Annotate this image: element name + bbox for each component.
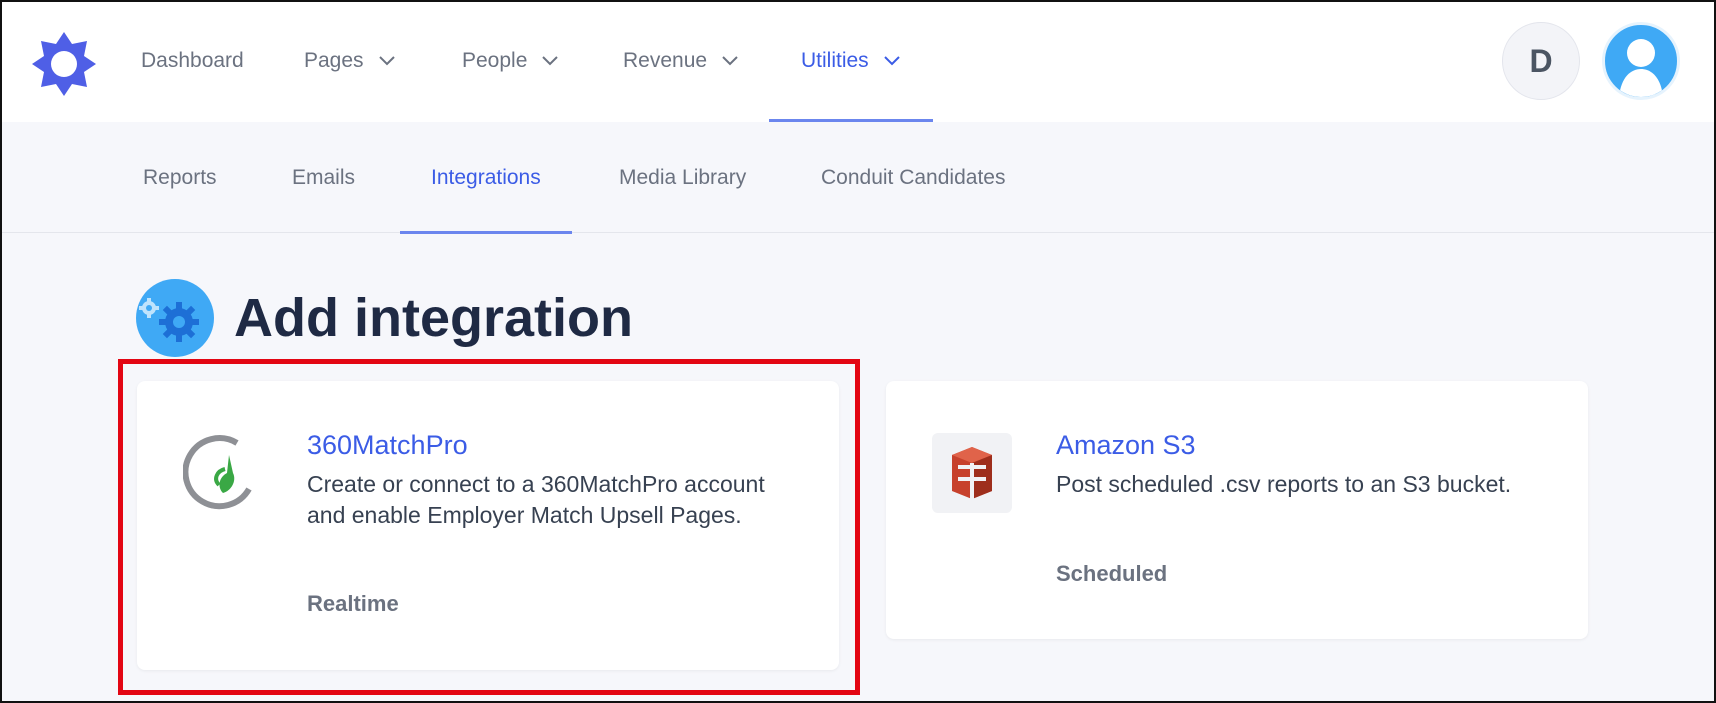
nav-dashboard-label: Dashboard [141,49,244,72]
tab-conduit-candidates[interactable]: Conduit Candidates [821,122,1005,233]
tab-reports-label: Reports [143,165,217,189]
360matchpro-logo-icon [183,435,252,510]
integration-card-amazon-s3[interactable]: Amazon S3 Post scheduled .csv reports to… [886,381,1588,639]
tab-integrations-label: Integrations [431,165,541,189]
account-initial-button[interactable]: D [1502,22,1580,100]
chevron-down-icon [722,56,738,66]
nav-people[interactable]: People [462,0,559,122]
page-title: Add integration [234,288,633,348]
integration-name[interactable]: 360MatchPro [307,430,468,461]
brand-logo-icon[interactable] [30,30,98,98]
tab-reports[interactable]: Reports [143,122,217,233]
nav-dashboard[interactable]: Dashboard [141,0,244,122]
integration-type: Realtime [307,591,399,616]
integration-description: Post scheduled .csv reports to an S3 buc… [1056,471,1512,497]
chevron-down-icon [883,56,900,66]
tab-emails[interactable]: Emails [292,122,355,233]
nav-pages[interactable]: Pages [304,0,396,122]
integration-description: Create or connect to a 360MatchPro accou… [307,471,765,528]
amazon-s3-logo-icon [952,447,992,499]
tab-emails-label: Emails [292,165,356,189]
user-silhouette-icon [1619,39,1663,97]
tab-integrations[interactable]: Integrations [400,122,572,234]
gears-icon [136,279,214,357]
sub-navigation: Reports Emails Integrations Media Librar… [0,122,1716,234]
integration-card-360matchpro[interactable]: 360MatchPro Create or connect to a 360Ma… [137,381,839,670]
integration-name[interactable]: Amazon S3 [1056,430,1196,461]
tab-media-library[interactable]: Media Library [619,122,746,233]
tab-conduit-candidates-label: Conduit Candidates [821,165,1006,189]
nav-people-label: People [462,49,528,72]
nav-revenue-label: Revenue [623,49,708,72]
amazon-s3-logo-tile [932,433,1012,513]
chevron-down-icon [378,56,395,66]
user-avatar[interactable] [1602,22,1680,100]
nav-utilities[interactable]: Utilities [769,0,933,122]
nav-utilities-label: Utilities [801,49,869,72]
chevron-down-icon [542,56,559,66]
account-initial: D [1529,42,1553,79]
nav-revenue[interactable]: Revenue [623,0,739,122]
top-navigation: Dashboard Pages People Revenue Utilities… [0,0,1716,122]
tab-media-library-label: Media Library [619,165,747,189]
nav-pages-label: Pages [304,49,364,72]
integration-type: Scheduled [1056,561,1168,586]
